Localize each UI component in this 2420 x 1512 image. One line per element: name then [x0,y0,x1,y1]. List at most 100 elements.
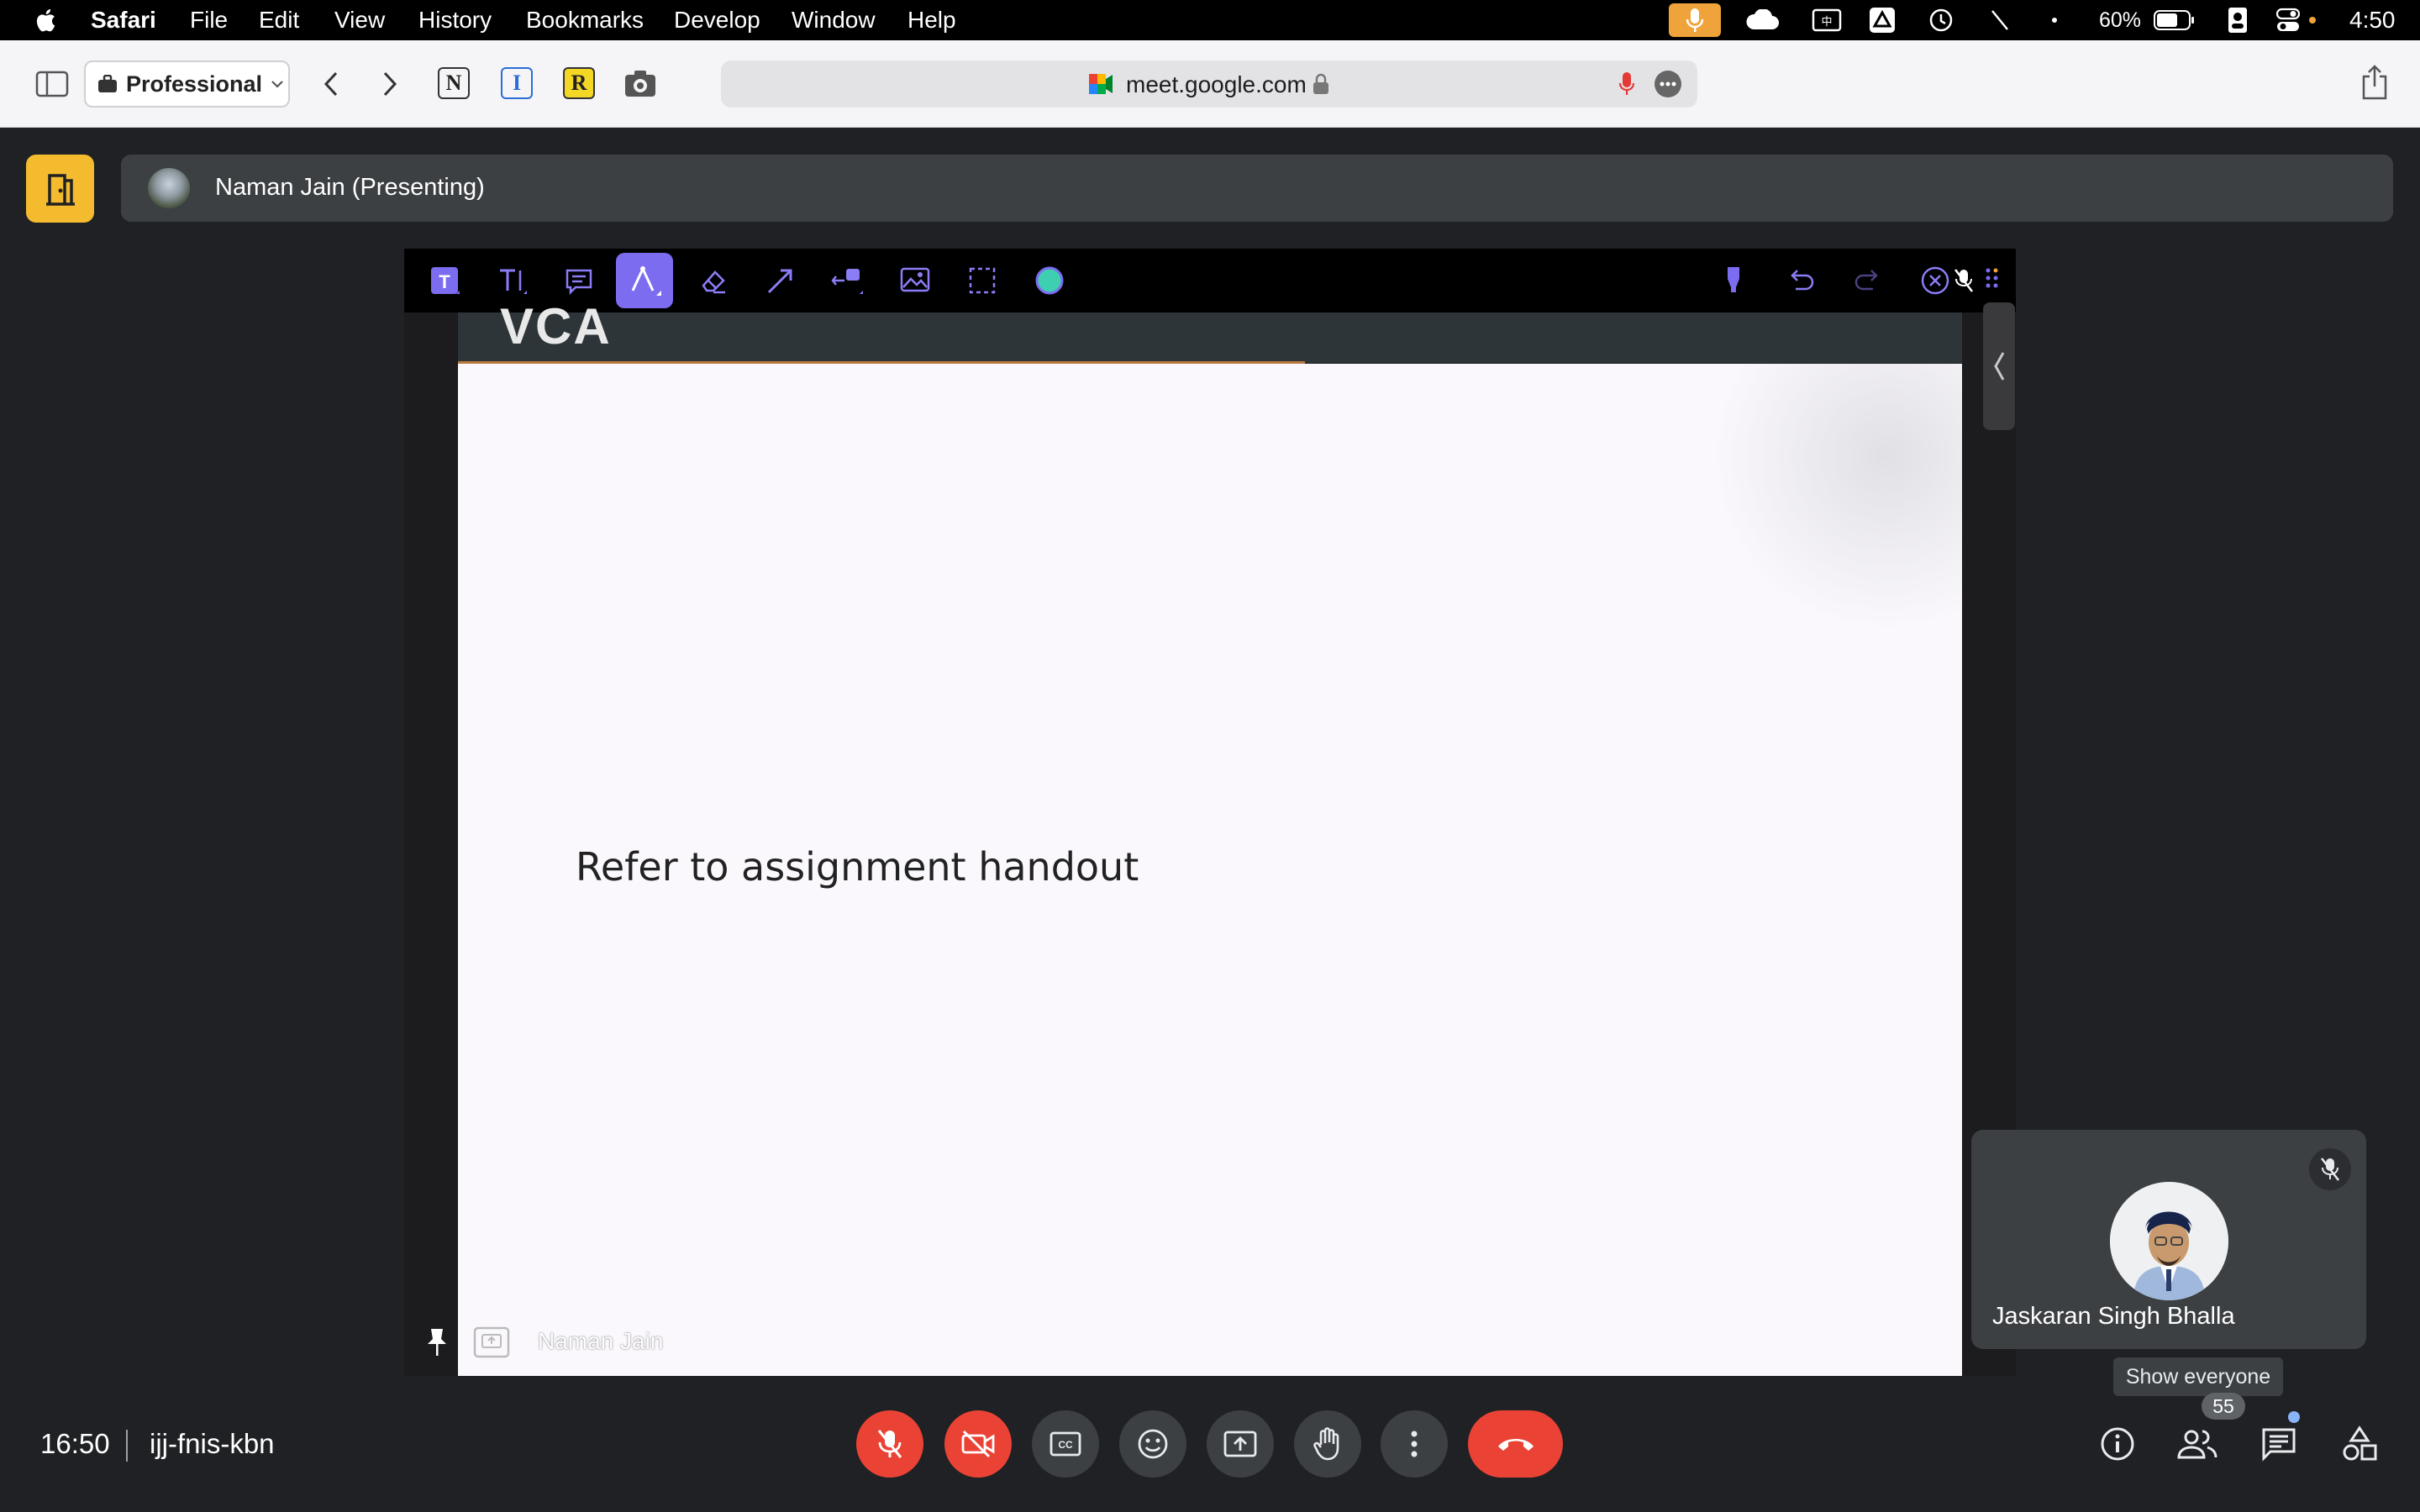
bluetooth-off-icon[interactable] [1983,0,2017,40]
share-tile-name: Naman Jain [538,1328,664,1354]
menu-history[interactable]: History [418,7,492,34]
chevron-left-icon [1994,352,2005,381]
menu-help[interactable]: Help [908,7,956,34]
readwise-extension-icon[interactable]: R [563,67,595,99]
menubar-clock[interactable]: 4:50 [2349,7,2396,34]
present-upload-icon [1223,1431,1257,1457]
time-machine-icon[interactable] [1924,0,1958,40]
present-screen-button[interactable] [1207,1410,1274,1478]
screen-share-tile-icon [473,1326,510,1358]
microphone-recording-icon[interactable] [1618,71,1635,97]
instapaper-extension-icon[interactable]: I [501,67,533,99]
control-center-icon[interactable] [2274,0,2321,40]
return-to-meeting-button[interactable] [26,155,94,223]
slide-header: VCA [458,298,1962,363]
color-swatch-icon [1035,266,1064,295]
chat-icon [2262,1428,2296,1462]
laser-pointer-icon [831,269,863,294]
marquee-select-icon [969,267,996,294]
raise-hand-button[interactable] [1294,1410,1361,1478]
more-vertical-icon [1411,1431,1418,1457]
mic-off-icon [2321,1158,2339,1181]
menu-app-name[interactable]: Safari [91,7,156,34]
door-exit-icon [45,173,75,206]
pen-tool[interactable] [616,253,673,308]
mic-toggle-button[interactable] [856,1410,923,1478]
hang-up-icon [1497,1439,1534,1451]
eraser-tool[interactable] [690,257,737,304]
icloud-icon[interactable] [1741,0,1783,40]
highlighter-tool[interactable] [1710,257,1757,304]
slide-body-text: Refer to assignment handout [576,844,1139,890]
people-icon [2177,1430,2217,1459]
chevron-down-icon [271,81,283,88]
meeting-time: 16:50 [40,1428,110,1459]
redo-icon [1854,270,1878,291]
drag-handle-icon[interactable] [1975,257,2009,304]
microphone-icon [1686,8,1704,32]
share-icon [2362,65,2387,100]
share-button[interactable] [2356,62,2393,102]
camera-toggle-button[interactable] [944,1410,1012,1478]
apple-logo-icon[interactable] [32,7,57,34]
redo-button[interactable] [1844,257,1891,304]
notion-extension-icon[interactable]: N [438,67,470,99]
side-panel-handle[interactable] [1983,302,2015,430]
image-icon [900,267,930,292]
keyboard-input-icon[interactable]: 中 [1810,0,1844,40]
sidebar-toggle-icon[interactable] [32,66,72,102]
forward-button[interactable] [371,66,408,102]
participant-count-badge: 55 [2202,1393,2245,1420]
self-video-tile[interactable]: Jaskaran Singh Bhalla [1971,1130,2366,1349]
macos-menubar: Safari File Edit View History Bookmarks … [0,0,2420,40]
menu-develop[interactable]: Develop [674,7,760,34]
menu-bookmarks[interactable]: Bookmarks [526,7,644,34]
show-everyone-tooltip: Show everyone [2113,1357,2283,1396]
battery-percent: 60% [2099,8,2142,32]
info-icon [2101,1427,2134,1461]
chat-unread-dot [2288,1411,2300,1423]
chat-button[interactable] [2254,1420,2303,1468]
color-picker[interactable] [1026,257,1073,304]
status-dot-icon[interactable] [2042,0,2067,40]
presenter-bar[interactable]: Naman Jain (Presenting) [121,155,2393,222]
undo-button[interactable] [1777,257,1824,304]
text-box-tool[interactable]: T [421,257,468,304]
diagonal-arrow-icon [767,269,792,294]
image-tool[interactable] [892,257,939,304]
captions-button[interactable]: CC [1032,1410,1099,1478]
pin-icon[interactable] [423,1326,451,1359]
leave-call-button[interactable] [1468,1410,1563,1478]
menu-view[interactable]: View [334,7,385,34]
more-options-button[interactable] [1381,1410,1448,1478]
url-text: meet.google.com [1126,71,1307,97]
mic-off-icon [877,1430,902,1458]
activities-button[interactable] [2335,1420,2384,1468]
meeting-details-button[interactable] [2093,1420,2142,1468]
laser-pointer-tool[interactable] [824,257,871,304]
chevron-left-icon [324,71,338,97]
profile-selector[interactable]: Professional [84,60,290,108]
mic-in-use-indicator[interactable] [1669,3,1721,37]
screenshot-extension-icon[interactable] [622,66,659,102]
page-menu-icon[interactable] [1654,70,1682,98]
selection-tool[interactable] [959,257,1006,304]
menu-edit[interactable]: Edit [259,7,299,34]
address-bar[interactable]: meet.google.com [721,60,1697,108]
people-button[interactable] [2173,1420,2222,1468]
svg-text:中: 中 [1821,15,1832,28]
battery-icon[interactable] [2151,0,2198,40]
contact-card-icon[interactable] [2223,0,2252,40]
menu-window[interactable]: Window [792,7,876,34]
slide-header-text: VCA [500,298,612,354]
meeting-code: ijj-fnis-kbn [150,1428,275,1459]
presenter-avatar [148,168,190,208]
shapes-activities-icon [2343,1425,2377,1461]
reactions-button[interactable] [1119,1410,1186,1478]
undo-icon [1791,270,1814,291]
eraser-icon [702,270,725,294]
drive-icon[interactable] [1865,0,1899,40]
menu-file[interactable]: File [190,7,228,34]
back-button[interactable] [313,66,350,102]
arrow-tool[interactable] [757,257,804,304]
